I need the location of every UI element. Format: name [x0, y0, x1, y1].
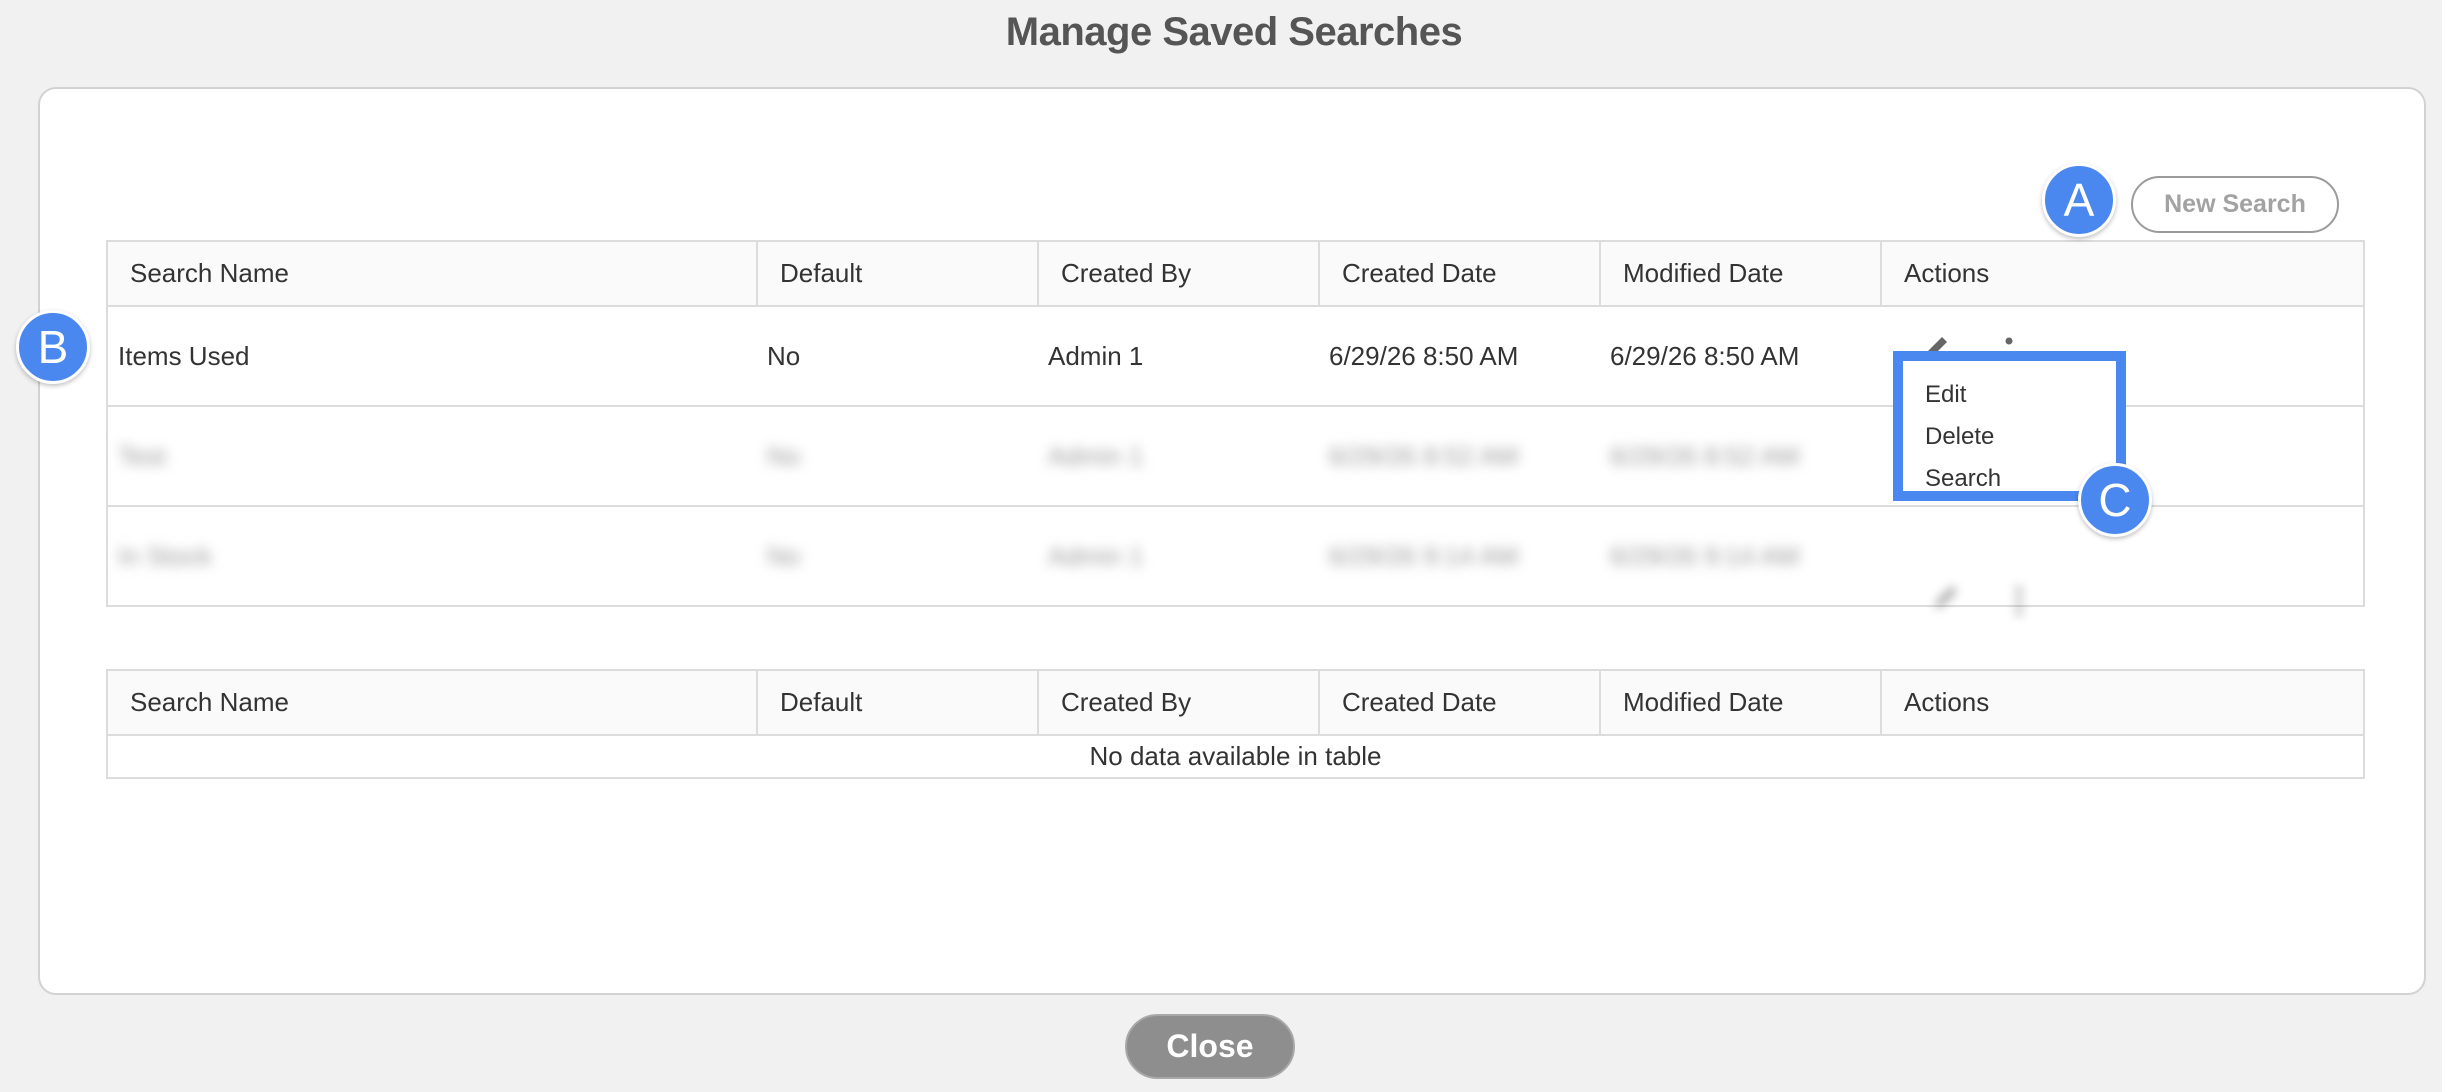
table-row[interactable]: In Stock No Admin 1 6/29/26 9:14 AM 6/29…	[107, 505, 2364, 616]
cell-search-name: Items Used	[107, 305, 757, 407]
page-title: Manage Saved Searches	[1005, 10, 1463, 54]
table-header-row: Search Name Default Created By Created D…	[106, 240, 2365, 307]
table-header-row: Search Name Default Created By Created D…	[106, 669, 2365, 736]
column-header-actions: Actions	[1880, 240, 2365, 307]
column-header-modified-date[interactable]: Modified Date	[1599, 669, 1882, 736]
column-header-created-by[interactable]: Created By	[1037, 669, 1320, 736]
cell-default: No	[757, 505, 1038, 607]
close-button[interactable]: Close	[1125, 1014, 1295, 1079]
new-search-button[interactable]: New Search	[2131, 176, 2339, 233]
annotation-badge-b: B	[16, 310, 90, 384]
pencil-icon[interactable]	[1931, 582, 1961, 612]
column-header-created-date[interactable]: Created Date	[1318, 240, 1601, 307]
column-header-search-name[interactable]: Search Name	[106, 669, 758, 736]
shared-searches-table: Search Name Default Created By Created D…	[106, 669, 2365, 779]
cell-default: No	[757, 405, 1038, 507]
annotation-badge-c: C	[2078, 463, 2152, 537]
annotation-badge-a: A	[2042, 163, 2116, 237]
column-header-default[interactable]: Default	[756, 669, 1039, 736]
menu-item-edit[interactable]: Edit	[1903, 374, 2116, 416]
empty-table-message: No data available in table	[106, 734, 2365, 779]
cell-created-date: 6/29/26 8:50 AM	[1319, 305, 1600, 407]
menu-item-delete[interactable]: Delete	[1903, 416, 2116, 458]
more-options-icon[interactable]	[2015, 586, 2023, 616]
cell-created-date: 6/29/26 8:52 AM	[1319, 405, 1600, 507]
column-header-modified-date[interactable]: Modified Date	[1599, 240, 1882, 307]
cell-modified-date: 6/29/26 9:14 AM	[1600, 505, 1881, 607]
column-header-default[interactable]: Default	[756, 240, 1039, 307]
column-header-actions: Actions	[1880, 669, 2365, 736]
cell-created-by: Admin 1	[1038, 405, 1319, 507]
cell-created-by: Admin 1	[1038, 505, 1319, 607]
cell-modified-date: 6/29/26 8:52 AM	[1600, 405, 1881, 507]
cell-default: No	[757, 305, 1038, 407]
cell-search-name: Test	[107, 405, 757, 507]
empty-row: No data available in table	[106, 734, 2365, 779]
cell-created-by: Admin 1	[1038, 305, 1319, 407]
column-header-created-by[interactable]: Created By	[1037, 240, 1320, 307]
cell-created-date: 6/29/26 9:14 AM	[1319, 505, 1600, 607]
column-header-search-name[interactable]: Search Name	[106, 240, 758, 307]
column-header-created-date[interactable]: Created Date	[1318, 669, 1601, 736]
cell-modified-date: 6/29/26 8:50 AM	[1600, 305, 1881, 407]
cell-search-name: In Stock	[107, 505, 757, 607]
